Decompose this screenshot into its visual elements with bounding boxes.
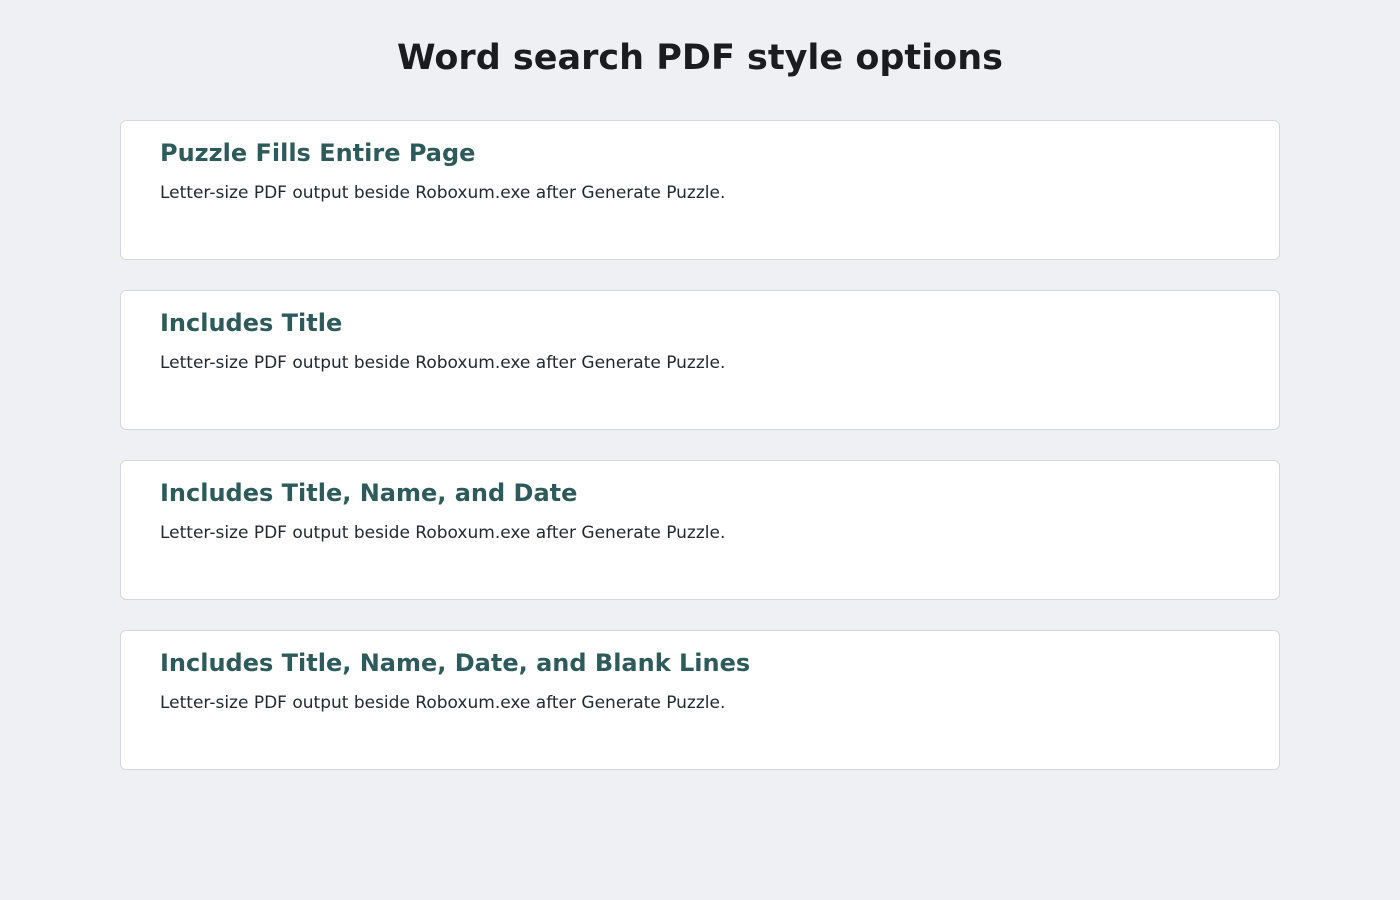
style-option-description: Letter-size PDF output beside Roboxum.ex… (160, 693, 726, 713)
style-option-description: Letter-size PDF output beside Roboxum.ex… (160, 183, 726, 203)
style-option-title: Includes Title, Name, and Date (160, 479, 578, 507)
style-option-description: Letter-size PDF output beside Roboxum.ex… (160, 353, 726, 373)
style-option-card-title-name-date[interactable]: Includes Title, Name, and Date Letter-si… (120, 460, 1280, 600)
style-option-card-title-name-date-lines[interactable]: Includes Title, Name, Date, and Blank Li… (120, 630, 1280, 770)
style-option-card-full-page[interactable]: Puzzle Fills Entire Page Letter-size PDF… (120, 120, 1280, 260)
page-title: Word search PDF style options (397, 38, 1003, 78)
style-option-title: Includes Title (160, 309, 343, 337)
style-option-card-title[interactable]: Includes Title Letter-size PDF output be… (120, 290, 1280, 430)
style-option-list: Puzzle Fills Entire Page Letter-size PDF… (120, 120, 1280, 800)
style-option-title: Puzzle Fills Entire Page (160, 139, 476, 167)
page: Word search PDF style options Puzzle Fil… (0, 0, 1400, 900)
style-option-description: Letter-size PDF output beside Roboxum.ex… (160, 523, 726, 543)
style-option-title: Includes Title, Name, Date, and Blank Li… (160, 649, 751, 677)
